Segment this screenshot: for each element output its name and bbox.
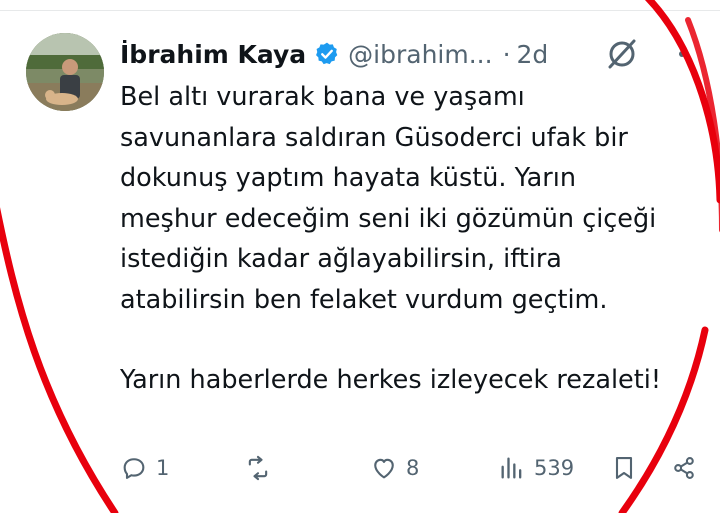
share-button[interactable]: [670, 448, 698, 488]
retweet-icon: [248, 455, 268, 481]
share-icon: [674, 457, 694, 479]
views-button[interactable]: 539: [498, 448, 574, 488]
divider: [0, 10, 720, 11]
reply-count: 1: [156, 456, 170, 480]
tweet-header: İbrahim Kaya @ibrahim... · 2d: [120, 32, 548, 76]
tweet-text: Bel altı vurarak bana ve yaşamı savunanl…: [120, 77, 680, 401]
action-bar: 1 8 539: [120, 448, 700, 488]
separator-dot: ·: [502, 39, 511, 69]
reply-button[interactable]: 1: [120, 448, 169, 488]
more-icon[interactable]: [676, 48, 688, 60]
retweet-button[interactable]: [244, 448, 280, 488]
view-count: 539: [534, 456, 575, 480]
timestamp[interactable]: 2d: [517, 40, 549, 69]
reply-icon: [123, 458, 145, 479]
heart-icon: [374, 458, 394, 479]
tweet-paragraph: Bel altı vurarak bana ve yaşamı savunanl…: [120, 82, 657, 315]
grok-icon[interactable]: [604, 36, 640, 72]
author-name[interactable]: İbrahim Kaya: [120, 40, 306, 69]
tweet-paragraph: Yarın haberlerde herkes izleyecek rezale…: [120, 365, 662, 395]
like-count: 8: [406, 456, 420, 480]
avatar[interactable]: [26, 33, 104, 111]
tweet[interactable]: İbrahim Kaya @ibrahim... · 2d Bel altı v…: [0, 0, 720, 513]
views-icon: [501, 457, 522, 479]
bookmark-button[interactable]: [610, 448, 638, 488]
bookmark-icon: [615, 457, 633, 479]
verified-badge-icon: [316, 42, 338, 65]
author-handle[interactable]: @ibrahim...: [348, 40, 492, 69]
like-button[interactable]: 8: [370, 448, 419, 488]
